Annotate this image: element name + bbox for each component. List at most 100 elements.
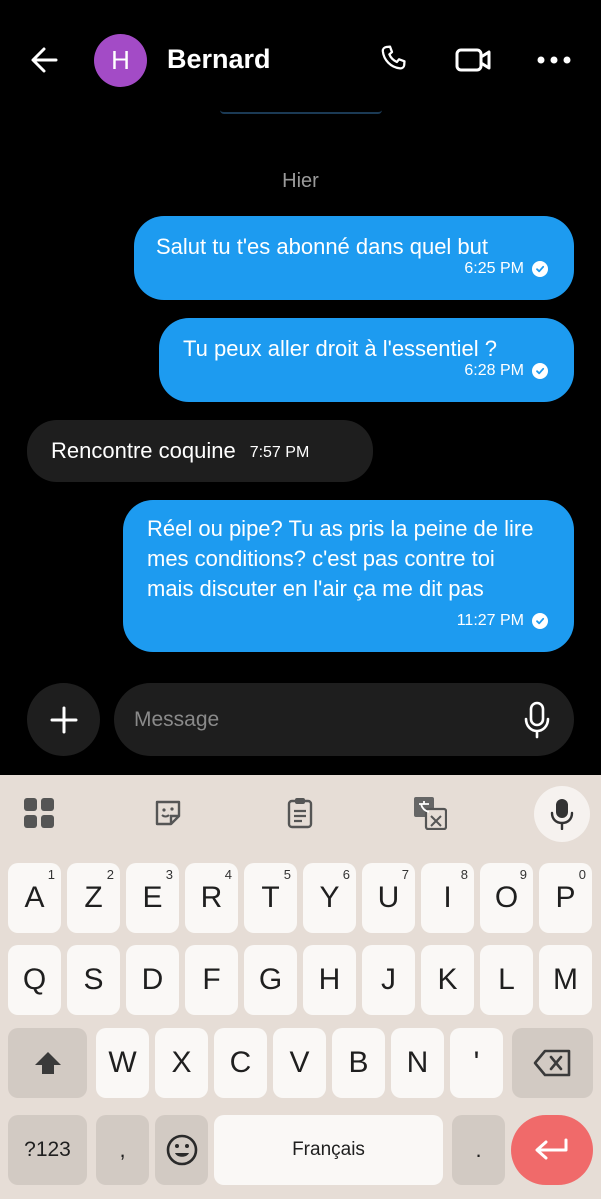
video-call-button[interactable] (453, 40, 493, 80)
key-x[interactable]: X (155, 1028, 208, 1098)
clipboard-button[interactable] (282, 795, 318, 831)
key-r[interactable]: R4 (185, 863, 238, 933)
key-label: Y (319, 881, 340, 914)
key-c[interactable]: C (214, 1028, 267, 1098)
key-label: T (261, 881, 280, 914)
key-m[interactable]: M (539, 945, 592, 1015)
key-hint: 1 (47, 867, 55, 882)
back-button[interactable] (26, 42, 66, 78)
key-label: R (200, 881, 223, 914)
microphone-icon (524, 701, 550, 739)
period-key[interactable]: . (452, 1115, 505, 1185)
key-v[interactable]: V (273, 1028, 326, 1098)
keyboard-voice-button[interactable] (534, 786, 590, 842)
message-outgoing[interactable]: Tu peux aller droit à l'essentiel ? 6:28… (159, 318, 574, 402)
call-button[interactable] (374, 40, 414, 80)
backspace-icon (533, 1049, 570, 1077)
more-horizontal-icon (537, 56, 571, 64)
key-s[interactable]: S (67, 945, 120, 1015)
contact-name[interactable]: Bernard (167, 44, 271, 75)
voice-message-button[interactable] (522, 701, 552, 739)
message-meta: 11:27 PM (457, 606, 548, 636)
key-hint: 3 (165, 867, 173, 882)
message-input[interactable] (134, 683, 494, 756)
key-w[interactable]: W (96, 1028, 149, 1098)
key-y[interactable]: Y6 (303, 863, 356, 933)
add-attachment-button[interactable] (27, 683, 100, 756)
sticker-icon (155, 800, 181, 826)
key-u[interactable]: U7 (362, 863, 415, 933)
video-camera-icon (455, 48, 491, 72)
shift-icon (34, 1052, 61, 1074)
key-j[interactable]: J (362, 945, 415, 1015)
key-t[interactable]: T5 (244, 863, 297, 933)
key-o[interactable]: O9 (480, 863, 533, 933)
message-meta: 6:28 PM (464, 356, 548, 386)
key-d[interactable]: D (126, 945, 179, 1015)
key-q[interactable]: Q (8, 945, 61, 1015)
message-text: Rencontre coquine (51, 438, 236, 463)
key-hint: 4 (224, 867, 232, 882)
enter-icon (535, 1138, 568, 1160)
key-apostrophe[interactable]: ' (450, 1028, 503, 1098)
key-i[interactable]: I8 (421, 863, 474, 933)
key-hint: 5 (283, 867, 291, 882)
key-label: Z (84, 881, 103, 914)
message-composer (114, 683, 574, 756)
emoji-key[interactable] (155, 1115, 208, 1185)
message-time: 6:28 PM (464, 362, 524, 379)
translate-icon (414, 797, 447, 830)
message-outgoing[interactable]: Salut tu t'es abonné dans quel but 6:25 … (134, 216, 574, 300)
keyboard-toolbar (0, 775, 601, 853)
key-b[interactable]: B (332, 1028, 385, 1098)
key-hint: 9 (519, 867, 527, 882)
arrow-left-icon (31, 47, 58, 73)
sticker-button[interactable] (150, 795, 186, 831)
read-check-icon (532, 613, 548, 629)
backspace-key[interactable] (512, 1028, 593, 1098)
message-outgoing[interactable]: Réel ou pipe? Tu as pris la peine de lir… (123, 500, 574, 652)
key-a[interactable]: A1 (8, 863, 61, 933)
key-hint: 7 (401, 867, 409, 882)
key-label: U (377, 881, 400, 914)
space-key[interactable]: Français (214, 1115, 443, 1185)
key-l[interactable]: L (480, 945, 533, 1015)
key-g[interactable]: G (244, 945, 297, 1015)
key-n[interactable]: N (391, 1028, 444, 1098)
on-screen-keyboard: A1 Z2 E3 R4 T5 Y6 U7 I8 O9 P0 Q S D F G … (0, 775, 601, 1199)
clipboard-icon (287, 798, 313, 829)
shift-key[interactable] (8, 1028, 87, 1098)
message-meta: 6:25 PM (464, 254, 548, 284)
chat-header: H Bernard (0, 0, 601, 120)
key-e[interactable]: E3 (126, 863, 179, 933)
more-options-button[interactable] (534, 40, 574, 80)
key-f[interactable]: F (185, 945, 238, 1015)
key-hint: 6 (342, 867, 350, 882)
avatar[interactable]: H (94, 34, 147, 87)
key-hint: 2 (106, 867, 114, 882)
read-check-icon (532, 363, 548, 379)
key-label: A (24, 881, 45, 914)
key-hint: 0 (578, 867, 586, 882)
message-time: 11:27 PM (456, 612, 524, 629)
phone-icon (381, 45, 406, 70)
message-time: 6:25 PM (464, 260, 524, 277)
message-text: Réel ou pipe? Tu as pris la peine de lir… (147, 516, 534, 601)
message-incoming[interactable]: Rencontre coquine 7:57 PM (27, 420, 373, 482)
key-p[interactable]: P0 (539, 863, 592, 933)
key-h[interactable]: H (303, 945, 356, 1015)
scroll-edge-indicator (220, 110, 382, 114)
symbols-key[interactable]: ?123 (8, 1115, 87, 1185)
enter-key[interactable] (511, 1115, 593, 1185)
key-z[interactable]: Z2 (67, 863, 120, 933)
key-label: E (142, 881, 163, 914)
key-label: P (555, 881, 576, 914)
read-check-icon (532, 261, 548, 277)
chat-screen: H Bernard Hier Salut tu t'es abonné dans… (0, 0, 601, 1199)
comma-key[interactable]: , (96, 1115, 149, 1185)
key-label: O (494, 881, 519, 914)
keyboard-apps-button[interactable] (21, 795, 57, 831)
microphone-icon (550, 799, 574, 830)
translate-button[interactable] (412, 795, 448, 831)
key-k[interactable]: K (421, 945, 474, 1015)
